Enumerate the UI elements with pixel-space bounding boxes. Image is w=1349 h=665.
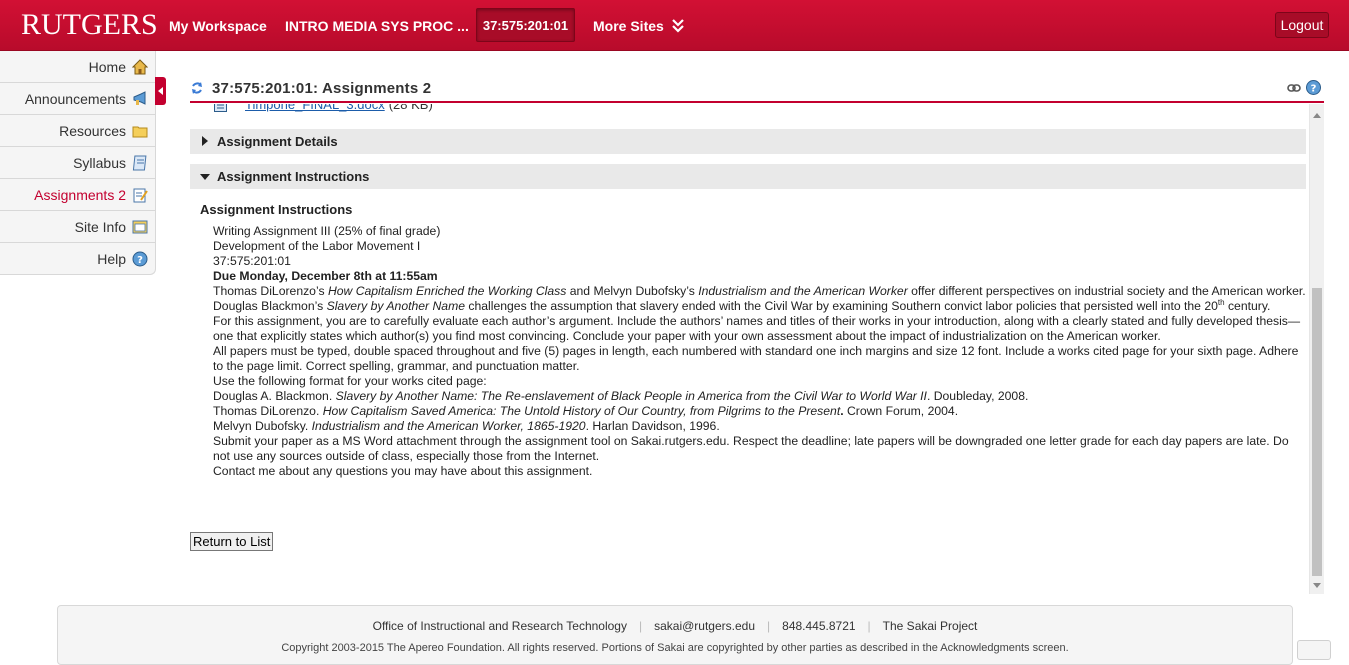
folder-icon <box>132 126 148 137</box>
instr-line: 37:575:201:01 <box>213 254 291 268</box>
current-site-tab[interactable]: 37:575:201:01 <box>476 8 575 42</box>
instr-paragraph: All papers must be typed, double spaced … <box>213 344 1299 373</box>
tool-site-info[interactable]: Site Info <box>0 211 155 243</box>
return-to-list-button[interactable]: Return to List <box>190 532 274 551</box>
megaphone-icon <box>133 90 146 105</box>
word-document-icon <box>214 104 227 112</box>
tool-label: Resources <box>59 122 126 139</box>
content-scrollbar[interactable] <box>1309 104 1324 594</box>
instr-line: Writing Assignment III (25% of final gra… <box>213 224 441 238</box>
footer-link-oirt[interactable]: Office of Instructional and Research Tec… <box>373 619 627 633</box>
assignment-details-toggle[interactable]: Assignment Details <box>190 129 1306 154</box>
back-to-top-button[interactable] <box>1297 640 1331 660</box>
copyright-text: Copyright 2003-2015 The Apereo Foundatio… <box>281 642 1069 654</box>
footer-link-email[interactable]: sakai@rutgers.edu <box>654 619 755 633</box>
help-icon: ? <box>132 251 148 267</box>
instructions-body: Writing Assignment III (25% of final gra… <box>213 224 1307 479</box>
tool-announcements[interactable]: Announcements <box>0 83 155 115</box>
tool-label: Home <box>88 58 126 75</box>
help-icon[interactable]: ? <box>1306 80 1321 95</box>
footer-links: Office of Instructional and Research Tec… <box>58 619 1292 633</box>
section-label: Assignment Instructions <box>217 169 370 184</box>
rutgers-logo[interactable]: RUTGERS <box>21 8 158 42</box>
tool-resources[interactable]: Resources <box>0 115 155 147</box>
divider: | <box>767 619 771 633</box>
due-date: Due Monday, December 8th at 11:55am <box>213 269 438 283</box>
tool-label: Help <box>97 251 126 267</box>
caret-left-icon <box>157 87 163 95</box>
scrollbar-thumb[interactable] <box>1312 288 1322 576</box>
citation: Thomas DiLorenzo. How Capitalism Saved A… <box>213 404 959 418</box>
instr-paragraph: Thomas DiLorenzo’s How Capitalism Enrich… <box>213 284 1306 313</box>
site-info-icon <box>132 220 148 233</box>
attachment-size: (28 KB) <box>388 104 433 112</box>
citation: Melvyn Dubofsky. Industrialism and the A… <box>213 419 720 433</box>
tool-label: Assignments 2 <box>34 186 126 203</box>
instr-paragraph: Use the following format for your works … <box>213 374 487 388</box>
main-content: Timpone_FINAL_3.docx (28 KB) Assignment … <box>190 104 1307 594</box>
tool-home[interactable]: Home <box>0 51 155 83</box>
tool-assignments[interactable]: Assignments 2 <box>0 179 155 211</box>
instr-paragraph: For this assignment, you are to carefull… <box>213 314 1301 343</box>
footer: Office of Instructional and Research Tec… <box>57 605 1293 665</box>
caret-down-icon <box>200 174 210 180</box>
section-label: Assignment Details <box>217 134 338 149</box>
svg-text:?: ? <box>137 255 143 266</box>
tool-label: Syllabus <box>73 154 126 171</box>
tool-label: Site Info <box>74 218 126 235</box>
footer-phone: 848.445.8721 <box>782 619 856 633</box>
caret-right-icon <box>202 136 208 146</box>
assignment-icon <box>133 188 148 202</box>
my-workspace-link[interactable]: My Workspace <box>169 0 267 51</box>
more-sites-button[interactable]: More Sites <box>593 0 684 51</box>
divider: | <box>867 619 871 633</box>
tool-syllabus[interactable]: Syllabus <box>0 147 155 179</box>
instr-paragraph: Contact me about any questions you may h… <box>213 464 593 478</box>
more-sites-label: More Sites <box>593 17 664 34</box>
tool-help[interactable]: Help ? <box>0 243 155 275</box>
divider: | <box>638 619 643 633</box>
collapse-tool-menu-button[interactable] <box>155 77 166 105</box>
footer-link-sakai[interactable]: The Sakai Project <box>883 619 978 633</box>
logout-button[interactable]: Logout <box>1275 12 1329 38</box>
course-site-link[interactable]: INTRO MEDIA SYS PROC ... <box>285 0 469 51</box>
attachment-row: Timpone_FINAL_3.docx (28 KB) <box>214 104 433 112</box>
svg-text:?: ? <box>1311 84 1317 95</box>
home-icon <box>132 58 148 74</box>
top-bar: RUTGERS My Workspace INTRO MEDIA SYS PRO… <box>0 0 1349 51</box>
attachment-link[interactable]: Timpone_FINAL_3.docx <box>245 104 385 112</box>
reset-icon[interactable] <box>190 81 204 95</box>
instr-paragraph: Submit your paper as a MS Word attachmen… <box>213 434 1289 463</box>
instr-line: Development of the Labor Movement I <box>213 239 421 253</box>
instructions-heading: Assignment Instructions <box>200 202 353 217</box>
link-icon[interactable] <box>1287 83 1301 93</box>
citation: Douglas A. Blackmon. Slavery by Another … <box>213 389 1029 403</box>
document-icon <box>132 155 147 170</box>
tool-label: Announcements <box>24 90 126 107</box>
portlet-title-bar: 37:575:201:01: Assignments 2 ? <box>190 77 1324 103</box>
assignment-instructions-toggle[interactable]: Assignment Instructions <box>190 164 1306 189</box>
scroll-down-arrow-icon[interactable] <box>1313 583 1321 588</box>
tool-menu: Home Announcements Resources Syllabus As… <box>0 51 156 275</box>
scroll-up-arrow-icon[interactable] <box>1313 113 1321 118</box>
double-chevron-down-icon <box>672 18 684 33</box>
page-title: 37:575:201:01: Assignments 2 <box>212 80 432 97</box>
